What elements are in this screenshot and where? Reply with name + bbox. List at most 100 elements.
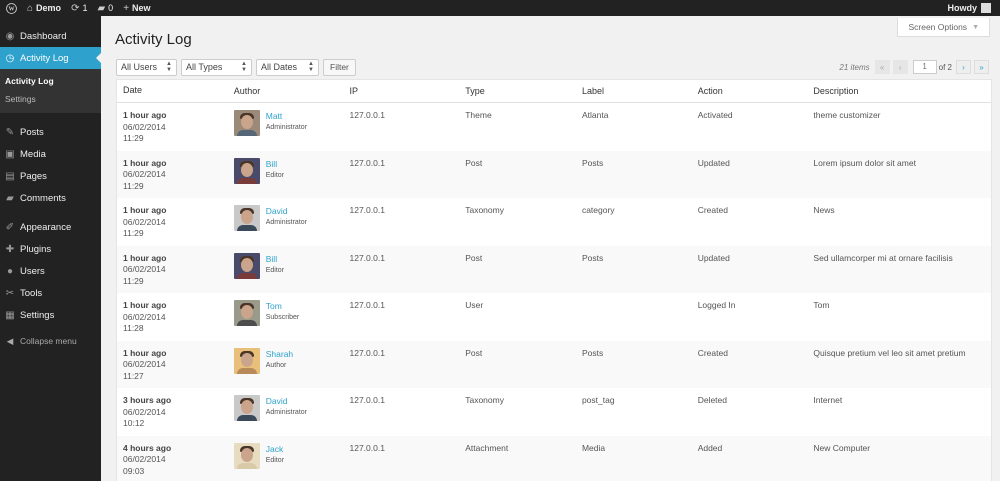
pages-icon: ▤ (5, 170, 15, 182)
sidebar-item-label: Posts (20, 126, 44, 138)
next-page-button[interactable]: › (956, 60, 971, 74)
submenu-item-activity-log[interactable]: Activity Log (0, 72, 101, 90)
column-header-description: Description (813, 86, 859, 96)
author-info: David Administrator (266, 205, 307, 246)
label-cell: Media (581, 442, 606, 453)
author-name-link[interactable]: David (266, 395, 307, 407)
avatar-face (240, 352, 253, 367)
users-filter-value: All Users (121, 62, 158, 72)
sidebar-item-media[interactable]: ▣ Media (0, 143, 101, 165)
sidebar-item-users[interactable]: ● Users (0, 260, 101, 282)
author-role: Editor (265, 456, 285, 464)
sidebar-item-comments[interactable]: ▰ Comments (0, 187, 101, 209)
first-page-button[interactable]: « (874, 60, 890, 74)
label-cell: Posts (581, 252, 604, 263)
type-cell: User (465, 300, 484, 310)
activity-log-table: Date Author IP Type Label Action Descrip… (116, 79, 992, 481)
date-value: 06/02/2014 (123, 121, 166, 132)
sidebar-item-label: Activity Log (20, 52, 69, 64)
user-avatar-icon (981, 3, 991, 13)
description-cell: theme customizer (813, 110, 881, 120)
description-cell: Internet (813, 395, 843, 405)
time-value: 11:29 (123, 275, 144, 286)
sidebar-item-label: Appearance (20, 221, 72, 233)
author-role: Administrator (265, 219, 307, 226)
user-icon: ● (6, 265, 14, 277)
collapse-arrow-icon: ◀ (6, 335, 14, 346)
sidebar-item-dashboard[interactable]: ◉ Dashboard (0, 25, 101, 47)
action-cell: Created (697, 205, 728, 215)
comment-icon: ▰ (97, 2, 106, 14)
comments-link[interactable]: ▰ 0 (92, 0, 118, 16)
column-header-ip: IP (349, 86, 358, 96)
author-role: Editor (265, 266, 285, 274)
current-page-input[interactable]: 1 (912, 60, 937, 74)
refresh-icon: ⟳ (71, 2, 80, 14)
sidebar-item-tools[interactable]: ✂ Tools (0, 282, 101, 304)
screen-options-button[interactable]: Screen Options ▼ (897, 18, 990, 37)
description-cell: Quisque pretium vel leo sit amet pretium (813, 347, 966, 358)
ip-cell: 127.0.0.1 (349, 442, 385, 453)
action-cell: Deleted (697, 395, 727, 405)
wrench-icon: ✂ (5, 287, 15, 299)
table-row: 1 hour ago 06/02/2014 11:27 Sharah Autho… (117, 340, 991, 388)
author-name-link[interactable]: Bill (266, 158, 284, 170)
date-cell: 3 hours ago 06/02/2014 10:12 (117, 395, 234, 436)
last-page-button[interactable]: » (974, 60, 989, 74)
avatar-face (240, 210, 253, 224)
sidebar-item-pages[interactable]: ▤ Pages (0, 165, 101, 187)
submenu-item-settings[interactable]: Settings (0, 90, 101, 108)
author-name-link[interactable]: Sharah (266, 348, 293, 360)
avatar-body (236, 462, 257, 469)
ip-cell: 127.0.0.1 (349, 205, 385, 215)
brush-icon: ✐ (5, 221, 15, 233)
screen-options-label: Screen Options (908, 22, 968, 32)
author-name-link[interactable]: Matt (266, 110, 307, 122)
types-filter-select[interactable]: All Types ▲ ▼ (181, 58, 252, 76)
relative-time: 1 hour ago (123, 157, 167, 168)
date-cell: 1 hour ago 06/02/2014 11:28 (117, 300, 234, 341)
table-header: Date Author IP Type Label Action Descrip… (117, 80, 991, 103)
comment-icon: ▰ (6, 192, 14, 204)
dates-filter-select[interactable]: All Dates ▲ ▼ (256, 58, 319, 76)
avatar-body (236, 320, 257, 326)
avatar-face (240, 162, 253, 177)
avatar-face (240, 447, 253, 462)
site-name-link[interactable]: ⌂ Demo (22, 0, 66, 16)
select-arrows-icon: ▲ ▼ (308, 61, 314, 73)
account-menu[interactable]: Howdy (942, 0, 996, 16)
filter-button[interactable]: Filter (323, 58, 356, 76)
menu-separator (0, 113, 101, 121)
author-name-link[interactable]: Tom (266, 300, 299, 312)
sidebar-item-appearance[interactable]: ✐ Appearance (0, 216, 101, 238)
wordpress-logo-icon[interactable]: W (0, 0, 22, 16)
ip-cell: 127.0.0.1 (349, 347, 385, 358)
home-icon: ⌂ (27, 2, 34, 14)
table-row: 3 hours ago 06/02/2014 10:12 David Admin… (117, 388, 991, 436)
author-name-link[interactable]: Jack (266, 443, 284, 455)
sidebar-item-posts[interactable]: ✎ Posts (0, 121, 101, 143)
sidebar-item-plugins[interactable]: ✚ Plugins (0, 238, 101, 260)
sidebar-item-activity-log[interactable]: ◷ Activity Log (0, 47, 101, 69)
prev-page-button[interactable]: ‹ (892, 60, 908, 74)
activity-log-submenu: Activity Log Settings (0, 69, 101, 113)
author-info: Tom Subscriber (266, 300, 299, 341)
select-arrows-icon: ▲ ▼ (241, 61, 247, 73)
author-cell: David Administrator (233, 395, 350, 436)
label-cell: Atlanta (581, 110, 609, 120)
avatar-body (236, 415, 257, 421)
svg-text:W: W (8, 6, 14, 12)
author-name-link[interactable]: Bill (266, 253, 284, 265)
updates-link[interactable]: ⟳ 1 (66, 0, 92, 16)
collapse-label: Collapse menu (20, 336, 77, 346)
sidebar-item-label: Dashboard (20, 30, 67, 42)
ip-cell: 127.0.0.1 (349, 110, 385, 120)
author-name-link[interactable]: David (266, 205, 307, 217)
users-filter-select[interactable]: All Users ▲ ▼ (116, 58, 177, 76)
comments-count: 0 (108, 3, 114, 13)
sidebar-item-settings[interactable]: ▦ Settings (0, 304, 101, 326)
collapse-menu-button[interactable]: ◀ Collapse menu (0, 330, 101, 352)
media-icon: ▣ (5, 148, 15, 160)
relative-time: 1 hour ago (123, 252, 167, 263)
new-content-link[interactable]: + New (118, 0, 155, 16)
